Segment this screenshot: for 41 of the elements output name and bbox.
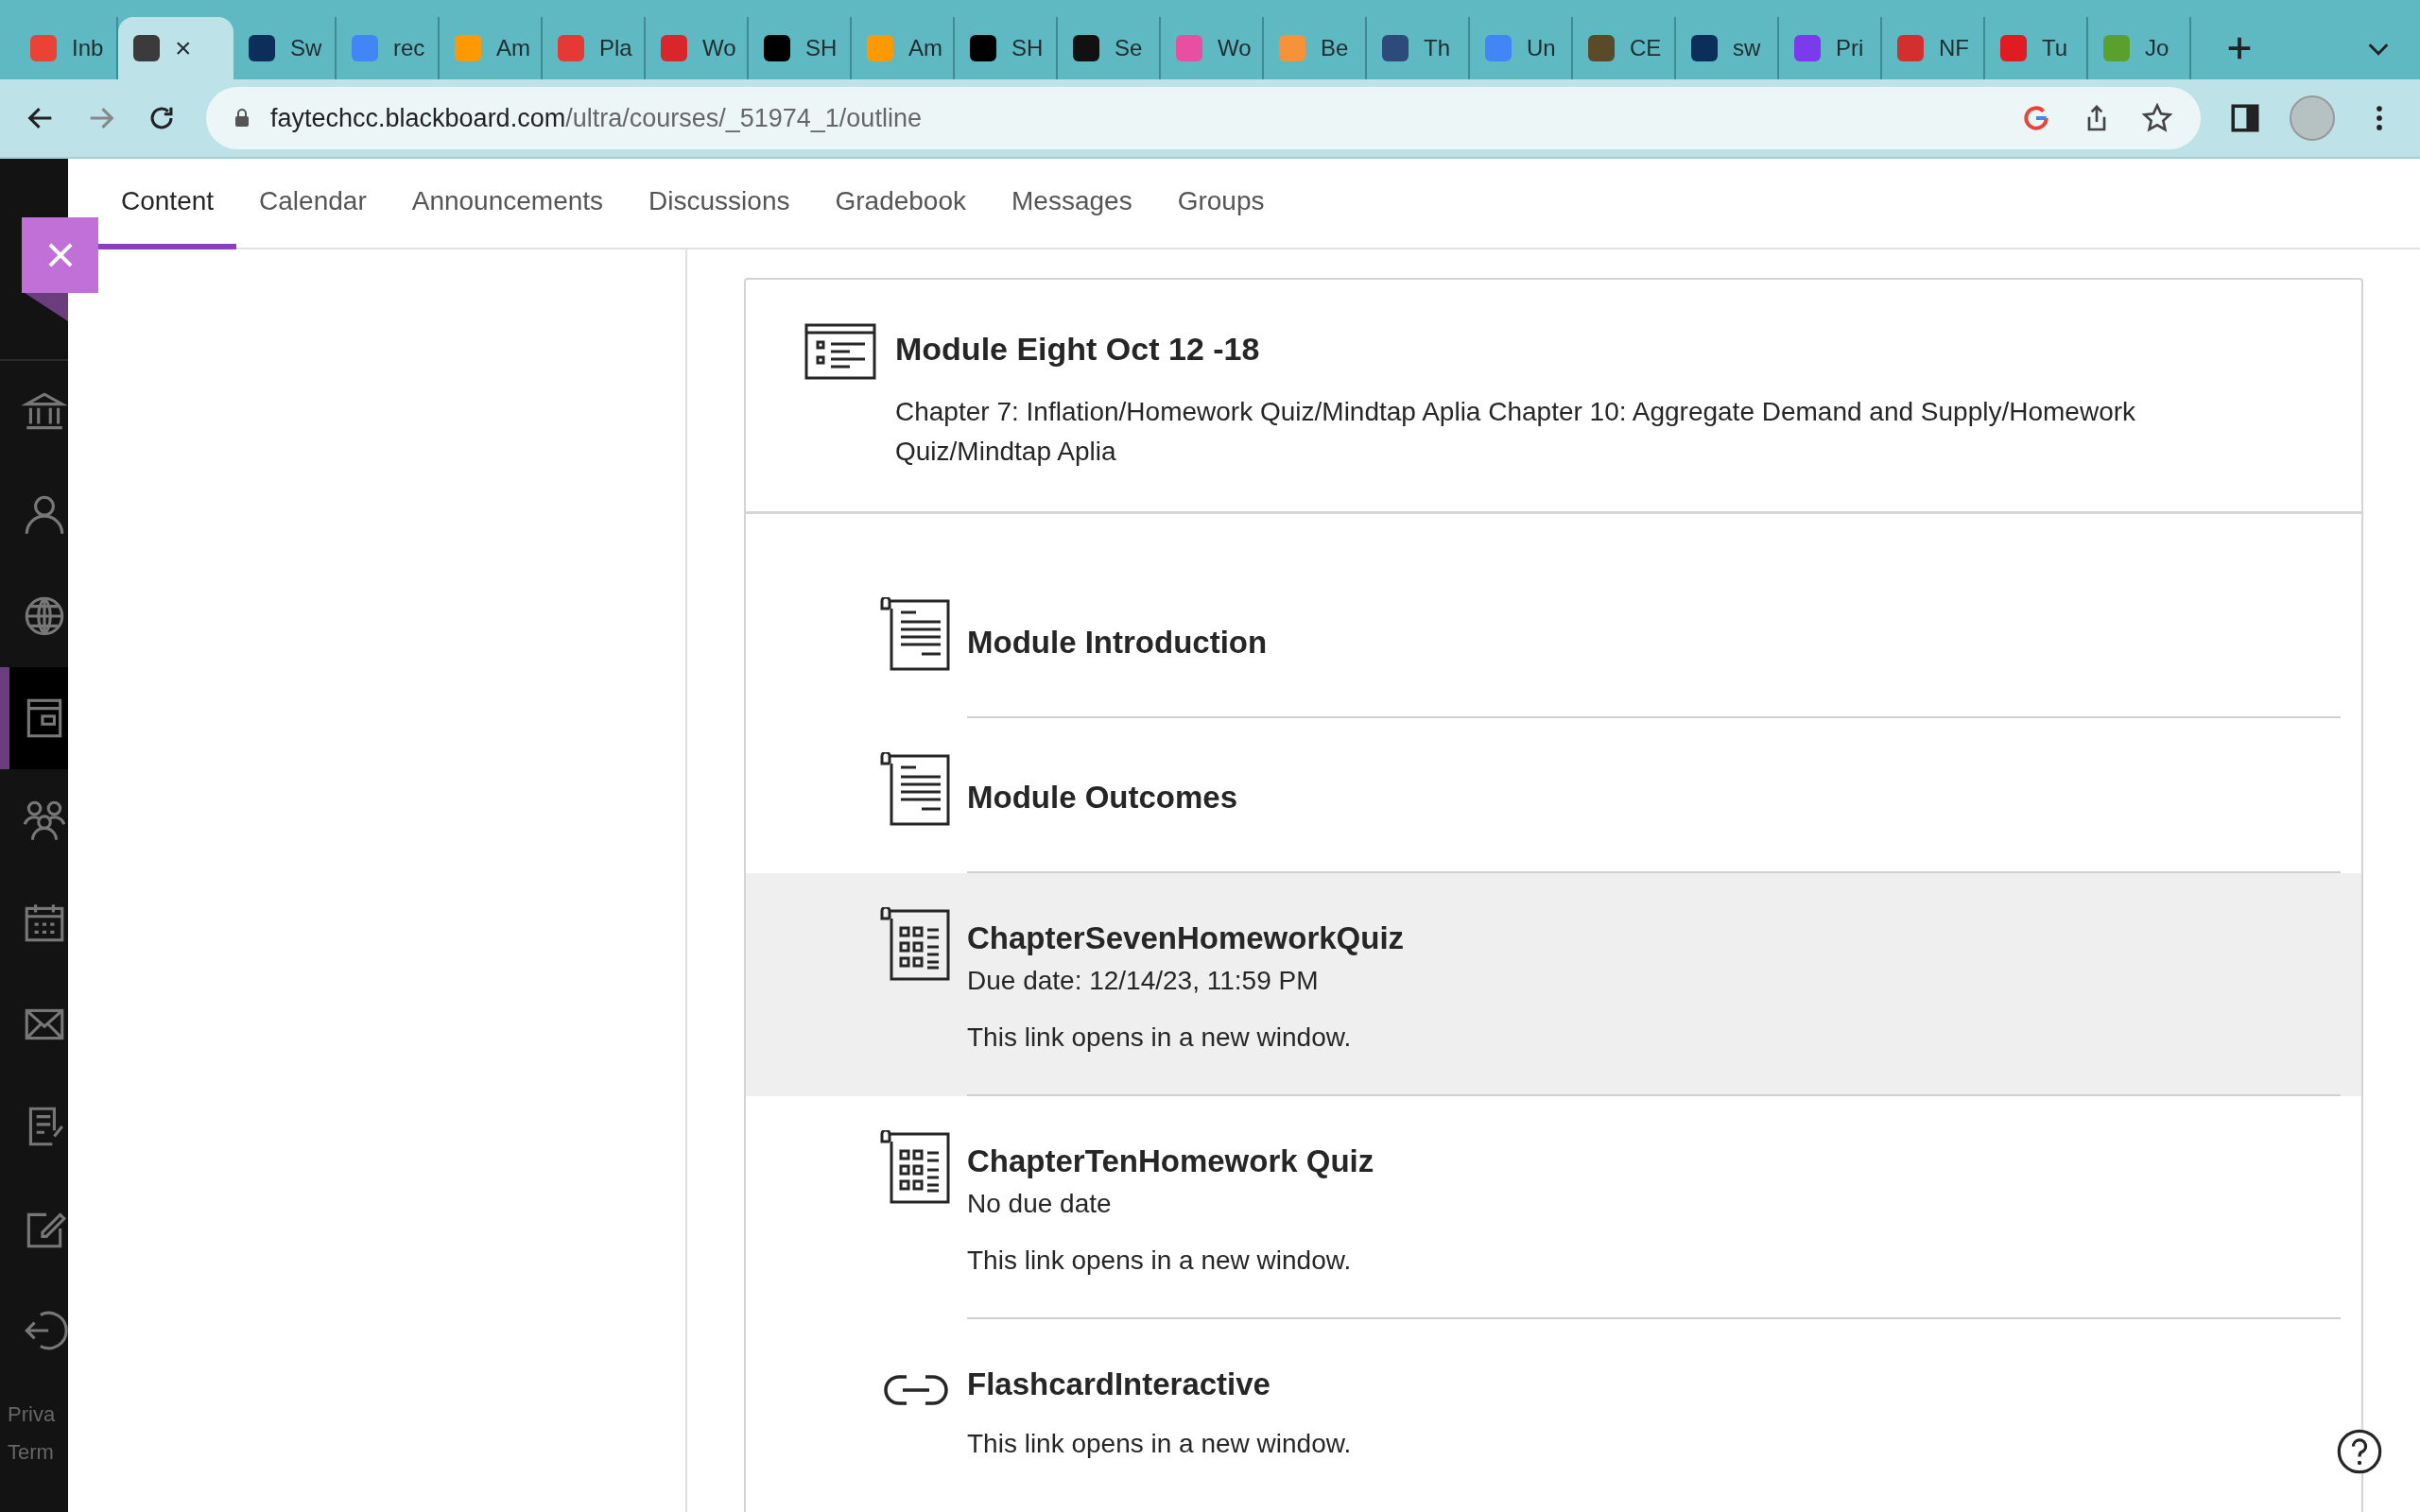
item-title[interactable]: Module Introduction [967,625,2341,661]
module-icon [804,323,876,380]
help-icon[interactable] [2335,1427,2384,1476]
new-window-note: This link opens in a new window. [967,1022,1353,1053]
item-title[interactable]: FlashcardInteractive [967,1366,2341,1402]
google-g-icon[interactable] [2021,103,2051,133]
course-tab[interactable]: Messages [989,159,1155,249]
new-window-note: This link opens in a new window. [967,1246,1353,1276]
footer-link[interactable]: Term [8,1440,54,1465]
item-title[interactable]: Module Outcomes [967,780,2341,816]
content-item[interactable]: Module Introduction [746,563,2361,718]
due-date: Due date: 12/14/23, 11:59 PM [967,966,1320,996]
item-title[interactable]: ChapterSevenHomeworkQuiz [967,920,2341,956]
browser-tab[interactable]: × [118,17,233,79]
close-button[interactable] [22,217,98,293]
side-panel-icon[interactable] [2229,102,2261,134]
course-tab[interactable]: Discussions [626,159,813,249]
url-path: /ultra/courses/_51974_1/outline [565,103,922,133]
content-item[interactable]: FlashcardInteractive This link opens in a new window. [746,1319,2361,1501]
footer-link[interactable]: Priva [8,1402,56,1427]
content-item[interactable]: ChapterTenHomework Quiz No due date This link opens in a new window. [746,1096,2361,1319]
fold-triangle [25,293,68,321]
due-date: No due date [967,1189,1113,1219]
course-tab[interactable]: Groups [1154,159,1288,249]
module-description: Chapter 7: Inflation/Homework Quiz/Mindtap Aplia Chapter 10: Aggregate Demand and Supply/Homework Quiz/Mindtap Aplia [895,396,2137,468]
new-window-note: This link opens in a new window. [967,1429,1353,1459]
calculator-document-icon [880,907,952,981]
course-tab[interactable]: Gradebook [812,159,989,249]
course-tab[interactable]: Calendar [236,159,389,249]
module-title[interactable]: Module Eight Oct 12 -18 [895,331,2209,368]
url-host: faytechcc.blackboard.com [270,103,566,133]
document-icon [880,752,952,826]
lock-icon [234,109,250,128]
course-tab[interactable]: Announcements [389,159,627,249]
sidebar-item[interactable] [0,667,68,769]
calculator-document-icon [880,1130,952,1204]
content-item[interactable]: ChapterSevenHomeworkQuiz Due date: 12/14/23, 11:59 PM This link opens in a new window. [746,873,2361,1096]
document-icon [880,597,952,671]
star-icon[interactable] [2142,103,2172,133]
address-bar[interactable]: faytechcc.blackboard.com/ultra/courses/_51974_1/outline [206,87,2201,149]
item-title[interactable]: ChapterTenHomework Quiz [967,1143,2341,1179]
